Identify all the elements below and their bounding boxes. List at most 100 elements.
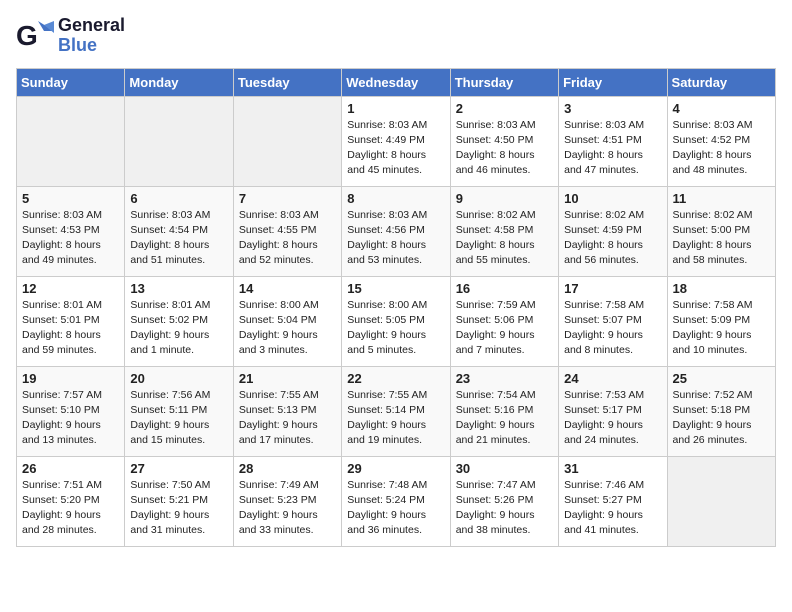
day-info: Sunrise: 7:53 AM Sunset: 5:17 PM Dayligh…	[564, 388, 661, 449]
calendar-cell: 17 Sunrise: 7:58 AM Sunset: 5:07 PM Dayli…	[559, 276, 667, 366]
header-wednesday: Wednesday	[342, 68, 450, 96]
calendar-cell	[125, 96, 233, 186]
day-number: 24	[564, 371, 661, 386]
calendar-cell: 18 Sunrise: 7:58 AM Sunset: 5:09 PM Dayli…	[667, 276, 775, 366]
day-number: 6	[130, 191, 227, 206]
day-info: Sunrise: 7:57 AM Sunset: 5:10 PM Dayligh…	[22, 388, 119, 449]
day-number: 20	[130, 371, 227, 386]
calendar-cell	[233, 96, 341, 186]
calendar-cell: 1Sunrise: 8:03 AM Sunset: 4:49 PM Daylig…	[342, 96, 450, 186]
calendar-cell: 10 Sunrise: 8:02 AM Sunset: 4:59 PM Dayli…	[559, 186, 667, 276]
header-friday: Friday	[559, 68, 667, 96]
day-number: 10	[564, 191, 661, 206]
day-number: 30	[456, 461, 553, 476]
day-info: Sunrise: 7:48 AM Sunset: 5:24 PM Dayligh…	[347, 478, 444, 539]
day-info: Sunrise: 8:03 AM Sunset: 4:56 PM Dayligh…	[347, 208, 444, 269]
logo-blue: Blue	[58, 36, 125, 56]
calendar-cell: 7 Sunrise: 8:03 AM Sunset: 4:55 PM Daylig…	[233, 186, 341, 276]
calendar-cell: 5 Sunrise: 8:03 AM Sunset: 4:53 PM Daylig…	[17, 186, 125, 276]
day-info: Sunrise: 8:01 AM Sunset: 5:01 PM Dayligh…	[22, 298, 119, 359]
day-number: 8	[347, 191, 444, 206]
header-saturday: Saturday	[667, 68, 775, 96]
logo-icon: G	[16, 17, 54, 55]
calendar-cell: 28 Sunrise: 7:49 AM Sunset: 5:23 PM Dayli…	[233, 456, 341, 546]
calendar-week-1: 1Sunrise: 8:03 AM Sunset: 4:49 PM Daylig…	[17, 96, 776, 186]
day-info: Sunrise: 7:58 AM Sunset: 5:07 PM Dayligh…	[564, 298, 661, 359]
day-info: Sunrise: 7:51 AM Sunset: 5:20 PM Dayligh…	[22, 478, 119, 539]
day-info: Sunrise: 7:55 AM Sunset: 5:14 PM Dayligh…	[347, 388, 444, 449]
day-info: Sunrise: 8:03 AM Sunset: 4:49 PM Dayligh…	[347, 118, 444, 179]
day-number: 23	[456, 371, 553, 386]
svg-text:G: G	[16, 20, 38, 51]
calendar-cell	[17, 96, 125, 186]
calendar-cell: 8 Sunrise: 8:03 AM Sunset: 4:56 PM Daylig…	[342, 186, 450, 276]
day-number: 21	[239, 371, 336, 386]
day-info: Sunrise: 7:52 AM Sunset: 5:18 PM Dayligh…	[673, 388, 770, 449]
day-info: Sunrise: 8:02 AM Sunset: 4:58 PM Dayligh…	[456, 208, 553, 269]
day-info: Sunrise: 8:00 AM Sunset: 5:04 PM Dayligh…	[239, 298, 336, 359]
calendar-cell: 26 Sunrise: 7:51 AM Sunset: 5:20 PM Dayli…	[17, 456, 125, 546]
day-info: Sunrise: 7:49 AM Sunset: 5:23 PM Dayligh…	[239, 478, 336, 539]
calendar-cell: 27 Sunrise: 7:50 AM Sunset: 5:21 PM Dayli…	[125, 456, 233, 546]
calendar-week-4: 19Sunrise: 7:57 AM Sunset: 5:10 PM Dayli…	[17, 366, 776, 456]
day-number: 27	[130, 461, 227, 476]
day-number: 22	[347, 371, 444, 386]
day-info: Sunrise: 8:03 AM Sunset: 4:55 PM Dayligh…	[239, 208, 336, 269]
day-info: Sunrise: 7:50 AM Sunset: 5:21 PM Dayligh…	[130, 478, 227, 539]
day-number: 31	[564, 461, 661, 476]
day-info: Sunrise: 8:02 AM Sunset: 4:59 PM Dayligh…	[564, 208, 661, 269]
day-number: 13	[130, 281, 227, 296]
calendar-cell: 31Sunrise: 7:46 AM Sunset: 5:27 PM Dayli…	[559, 456, 667, 546]
day-info: Sunrise: 8:02 AM Sunset: 5:00 PM Dayligh…	[673, 208, 770, 269]
calendar-cell: 15 Sunrise: 8:00 AM Sunset: 5:05 PM Dayli…	[342, 276, 450, 366]
day-info: Sunrise: 7:58 AM Sunset: 5:09 PM Dayligh…	[673, 298, 770, 359]
day-number: 18	[673, 281, 770, 296]
day-info: Sunrise: 8:03 AM Sunset: 4:50 PM Dayligh…	[456, 118, 553, 179]
calendar-cell: 9 Sunrise: 8:02 AM Sunset: 4:58 PM Daylig…	[450, 186, 558, 276]
calendar-cell: 13 Sunrise: 8:01 AM Sunset: 5:02 PM Dayli…	[125, 276, 233, 366]
calendar-cell: 14Sunrise: 8:00 AM Sunset: 5:04 PM Dayli…	[233, 276, 341, 366]
day-number: 17	[564, 281, 661, 296]
day-info: Sunrise: 7:59 AM Sunset: 5:06 PM Dayligh…	[456, 298, 553, 359]
day-number: 16	[456, 281, 553, 296]
day-number: 3	[564, 101, 661, 116]
calendar-cell: 12 Sunrise: 8:01 AM Sunset: 5:01 PM Dayli…	[17, 276, 125, 366]
day-info: Sunrise: 8:00 AM Sunset: 5:05 PM Dayligh…	[347, 298, 444, 359]
calendar-cell: 6 Sunrise: 8:03 AM Sunset: 4:54 PM Daylig…	[125, 186, 233, 276]
logo: G General Blue	[16, 16, 125, 56]
calendar-cell: 11 Sunrise: 8:02 AM Sunset: 5:00 PM Dayli…	[667, 186, 775, 276]
calendar-cell: 24 Sunrise: 7:53 AM Sunset: 5:17 PM Dayli…	[559, 366, 667, 456]
day-number: 7	[239, 191, 336, 206]
day-info: Sunrise: 8:03 AM Sunset: 4:54 PM Dayligh…	[130, 208, 227, 269]
calendar-cell	[667, 456, 775, 546]
calendar-cell: 22 Sunrise: 7:55 AM Sunset: 5:14 PM Dayli…	[342, 366, 450, 456]
calendar-cell: 23Sunrise: 7:54 AM Sunset: 5:16 PM Dayli…	[450, 366, 558, 456]
calendar-table: SundayMondayTuesdayWednesdayThursdayFrid…	[16, 68, 776, 547]
day-number: 12	[22, 281, 119, 296]
calendar-cell: 25 Sunrise: 7:52 AM Sunset: 5:18 PM Dayli…	[667, 366, 775, 456]
day-number: 29	[347, 461, 444, 476]
calendar-header-row: SundayMondayTuesdayWednesdayThursdayFrid…	[17, 68, 776, 96]
calendar-cell: 19Sunrise: 7:57 AM Sunset: 5:10 PM Dayli…	[17, 366, 125, 456]
day-info: Sunrise: 7:56 AM Sunset: 5:11 PM Dayligh…	[130, 388, 227, 449]
day-info: Sunrise: 7:47 AM Sunset: 5:26 PM Dayligh…	[456, 478, 553, 539]
day-info: Sunrise: 8:03 AM Sunset: 4:53 PM Dayligh…	[22, 208, 119, 269]
calendar-cell: 16 Sunrise: 7:59 AM Sunset: 5:06 PM Dayli…	[450, 276, 558, 366]
day-info: Sunrise: 8:01 AM Sunset: 5:02 PM Dayligh…	[130, 298, 227, 359]
day-number: 25	[673, 371, 770, 386]
header-monday: Monday	[125, 68, 233, 96]
day-number: 11	[673, 191, 770, 206]
calendar-cell: 29 Sunrise: 7:48 AM Sunset: 5:24 PM Dayli…	[342, 456, 450, 546]
day-number: 26	[22, 461, 119, 476]
calendar-cell: 30 Sunrise: 7:47 AM Sunset: 5:26 PM Dayli…	[450, 456, 558, 546]
day-number: 5	[22, 191, 119, 206]
day-number: 15	[347, 281, 444, 296]
calendar-cell: 4Sunrise: 8:03 AM Sunset: 4:52 PM Daylig…	[667, 96, 775, 186]
day-info: Sunrise: 8:03 AM Sunset: 4:52 PM Dayligh…	[673, 118, 770, 179]
day-number: 28	[239, 461, 336, 476]
header-thursday: Thursday	[450, 68, 558, 96]
calendar-week-5: 26 Sunrise: 7:51 AM Sunset: 5:20 PM Dayli…	[17, 456, 776, 546]
header-tuesday: Tuesday	[233, 68, 341, 96]
day-number: 9	[456, 191, 553, 206]
calendar-week-3: 12 Sunrise: 8:01 AM Sunset: 5:01 PM Dayli…	[17, 276, 776, 366]
